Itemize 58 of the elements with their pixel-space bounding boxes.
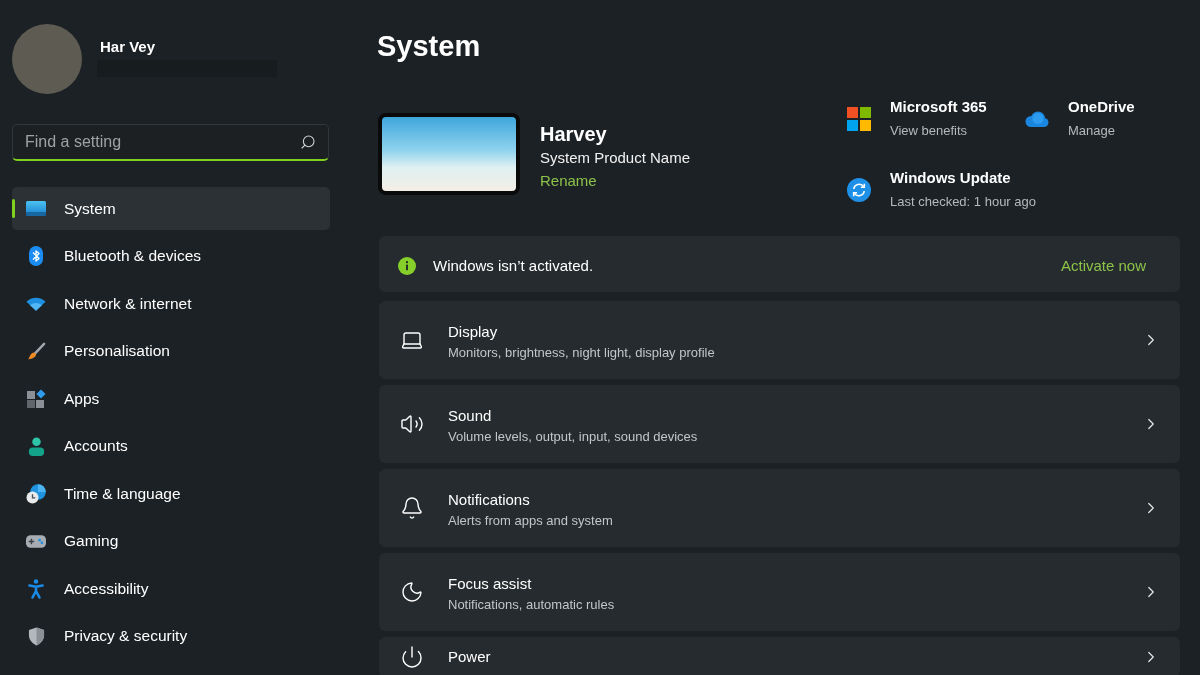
- settings-card[interactable]: Power: [379, 637, 1180, 675]
- gamepad-icon: [26, 533, 46, 549]
- nav-item[interactable]: Bluetooth & devices: [12, 234, 330, 278]
- page-title: System: [377, 29, 482, 64]
- card-subtitle: Monitors, brightness, night light, display profile: [448, 344, 716, 362]
- service-subtitle[interactable]: View benefits: [890, 121, 987, 141]
- wifi-icon: [26, 296, 46, 311]
- card-title: Focus assist: [448, 574, 533, 594]
- card-title: Notifications: [448, 490, 531, 510]
- apps-grid-icon: [26, 388, 46, 409]
- speaker-icon: [400, 412, 424, 436]
- selection-indicator-icon: [12, 199, 15, 218]
- four-squares-logo-icon: [846, 107, 871, 131]
- activation-message: Windows isn’t activated.: [433, 257, 595, 274]
- service-subtitle[interactable]: Manage: [1068, 121, 1135, 141]
- user-name: Har Vey: [99, 37, 157, 57]
- service-subtitle[interactable]: Last checked: 1 hour ago: [890, 192, 1036, 212]
- nav-item[interactable]: Personalisation: [12, 329, 330, 373]
- service-title[interactable]: Microsoft 365: [890, 97, 987, 117]
- monitor-icon: [26, 201, 46, 216]
- service-title[interactable]: Windows Update: [890, 168, 1036, 188]
- nav-item[interactable]: Accounts: [12, 424, 330, 468]
- service-title[interactable]: OneDrive: [1068, 97, 1135, 117]
- refresh-icon: [846, 178, 871, 202]
- bell-icon: [400, 496, 424, 520]
- nav-item[interactable]: Network & internet: [12, 282, 330, 325]
- nav-item[interactable]: Time & language: [12, 472, 330, 515]
- nav-item[interactable]: Accessibility: [12, 567, 330, 610]
- nav-item[interactable]: Gaming: [12, 519, 330, 563]
- search-field[interactable]: Find a setting: [12, 124, 329, 161]
- activate-now-link[interactable]: Activate now: [1060, 253, 1146, 278]
- device-model: System Product Name: [540, 148, 691, 168]
- shield-icon: [27, 626, 45, 646]
- person-icon: [27, 436, 45, 456]
- bluetooth-icon: [29, 246, 43, 266]
- info-icon: [398, 256, 416, 275]
- device-name: Harvey: [540, 122, 608, 147]
- nav-item[interactable]: System: [12, 187, 330, 230]
- settings-card[interactable]: Notifications Alerts from apps and system: [379, 469, 1180, 547]
- card-title: Display: [448, 322, 499, 342]
- card-title: Power: [448, 647, 492, 667]
- nav-item[interactable]: Privacy & security: [12, 614, 330, 658]
- moon-icon: [400, 580, 424, 604]
- rename-link[interactable]: Rename: [540, 169, 691, 193]
- settings-card[interactable]: Sound Volume levels, output, input, sound devices: [379, 385, 1180, 463]
- power-icon: [400, 645, 424, 669]
- settings-card[interactable]: Focus assist Notifications, automatic rules: [379, 553, 1180, 631]
- cloud-icon: [1024, 110, 1049, 128]
- accessibility-icon: [28, 578, 44, 599]
- paintbrush-icon: [26, 341, 46, 361]
- card-title: Sound: [448, 406, 493, 426]
- settings-card[interactable]: Display Monitors, brightness, night light, display profile: [379, 301, 1180, 379]
- card-subtitle: Volume levels, output, input, sound devices: [448, 428, 699, 446]
- nav-item[interactable]: Apps: [12, 377, 330, 420]
- search-icon[interactable]: [300, 134, 316, 150]
- globe-clock-icon: [26, 483, 46, 504]
- card-subtitle: Alerts from apps and system: [448, 512, 614, 530]
- card-subtitle: Notifications, automatic rules: [448, 596, 616, 614]
